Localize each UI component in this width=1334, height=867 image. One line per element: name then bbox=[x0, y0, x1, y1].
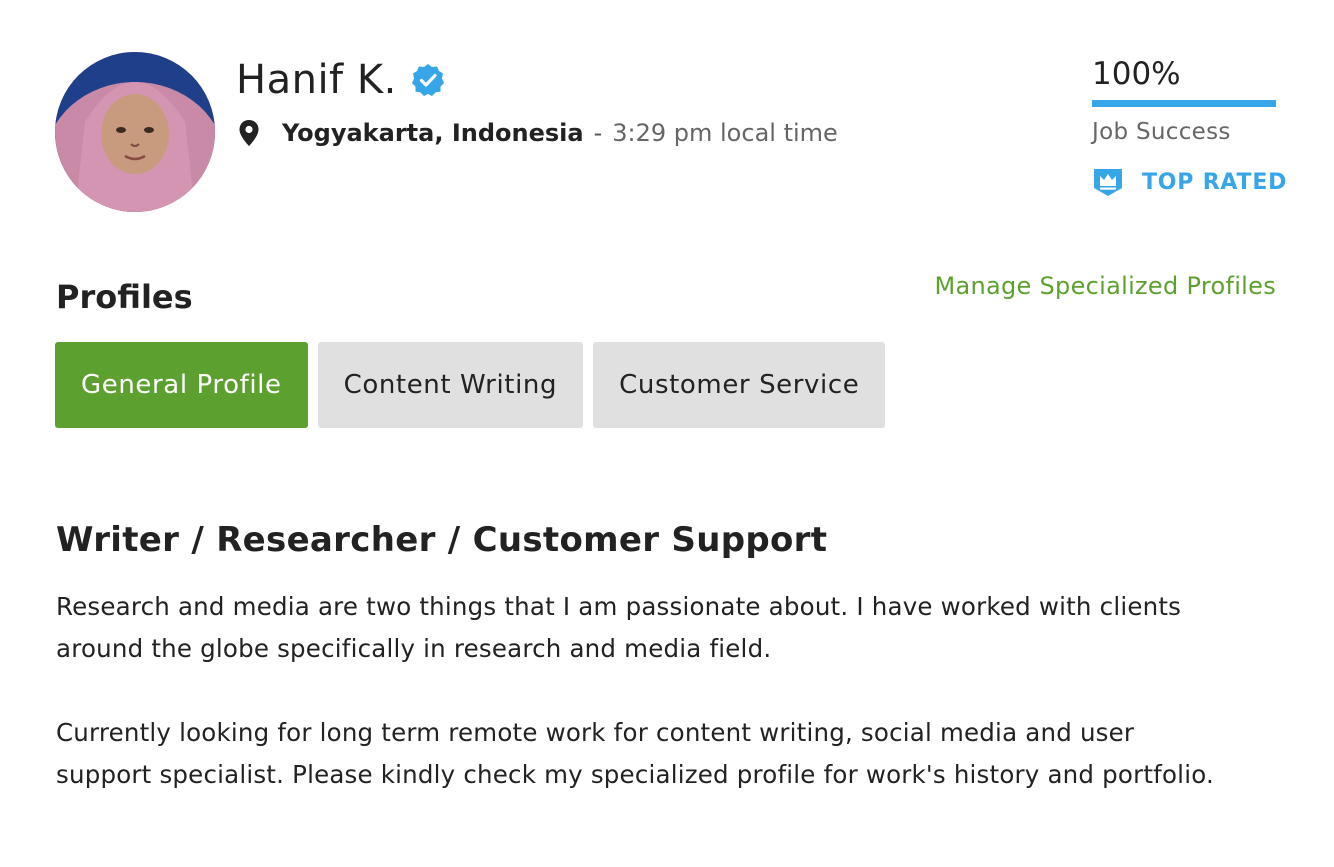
freelancer-name: Hanif K. bbox=[236, 57, 397, 103]
top-rated-label: TOP RATED bbox=[1142, 169, 1288, 195]
profile-description: Research and media are two things that I… bbox=[56, 586, 1236, 796]
location-text: Yogyakarta, Indonesia bbox=[282, 119, 584, 147]
location-row: Yogyakarta, Indonesia - 3:29 pm local ti… bbox=[238, 114, 838, 152]
manage-specialized-profiles-link[interactable]: Manage Specialized Profiles bbox=[934, 272, 1276, 300]
avatar-image bbox=[55, 52, 215, 212]
location-separator: - bbox=[593, 119, 603, 147]
job-success-bar-fill bbox=[1092, 100, 1276, 107]
job-success-bar bbox=[1092, 100, 1276, 107]
job-success-value: 100% bbox=[1092, 56, 1181, 92]
freelancer-profile-page: Hanif K. Yogyakarta, Indonesia - 3:29 pm… bbox=[0, 0, 1334, 867]
avatar[interactable] bbox=[55, 52, 215, 212]
crown-shield-icon bbox=[1092, 166, 1124, 198]
description-paragraph: Research and media are two things that I… bbox=[56, 592, 1182, 663]
tab-general-profile[interactable]: General Profile bbox=[55, 342, 308, 428]
job-success-label: Job Success bbox=[1092, 119, 1231, 145]
name-row: Hanif K. bbox=[236, 56, 445, 104]
profile-tabs: General Profile Content Writing Customer… bbox=[55, 342, 886, 428]
verified-badge-icon bbox=[411, 63, 445, 97]
local-time: 3:29 pm local time bbox=[612, 119, 838, 147]
tab-content-writing[interactable]: Content Writing bbox=[317, 342, 584, 428]
map-pin-icon bbox=[238, 119, 260, 147]
tab-customer-service[interactable]: Customer Service bbox=[593, 342, 886, 428]
profile-headline: Writer / Researcher / Customer Support bbox=[56, 520, 828, 560]
profiles-heading: Profiles bbox=[56, 278, 193, 316]
top-rated-badge[interactable]: TOP RATED bbox=[1092, 166, 1287, 198]
description-paragraph: Currently looking for long term remote w… bbox=[56, 718, 1214, 789]
